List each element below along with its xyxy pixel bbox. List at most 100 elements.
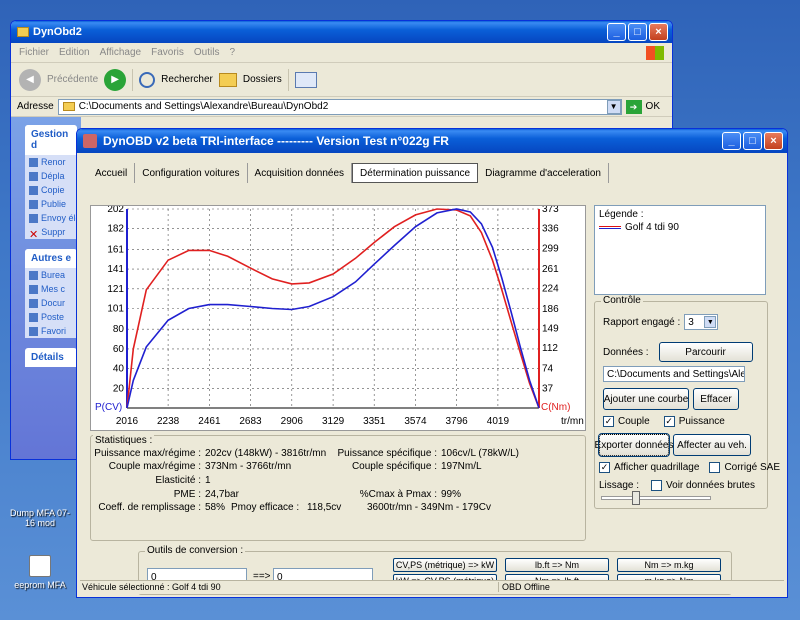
menu-fichier[interactable]: Fichier bbox=[19, 47, 49, 58]
desktop-icon-eeprom-mfa[interactable]: eeprom MFA bbox=[5, 555, 75, 590]
menu-help[interactable]: ? bbox=[229, 47, 235, 58]
exporter-donnees-button[interactable]: Exporter données bbox=[595, 433, 673, 457]
y-left-tick-label: 202 bbox=[107, 206, 124, 215]
task-item[interactable]: Docur bbox=[25, 296, 77, 310]
ajouter-courbe-button[interactable]: Ajouter une courbe bbox=[603, 388, 689, 410]
y-right-tick-label: 186 bbox=[542, 304, 559, 315]
task-item[interactable]: Favori bbox=[25, 324, 77, 338]
puissance-checkbox[interactable]: ✓ bbox=[663, 416, 675, 427]
donnees-brutes-checkbox[interactable] bbox=[651, 480, 663, 491]
cv-to-kw-button[interactable]: CV,PS (métrique) => kW bbox=[393, 558, 497, 572]
stats-summary-line: 3600tr/mn - 349Nm - 179Cv bbox=[367, 502, 491, 513]
address-label: Adresse bbox=[17, 101, 54, 112]
y-right-tick-label: 373 bbox=[542, 206, 559, 215]
search-icon[interactable] bbox=[139, 71, 156, 88]
y-left-axis-label: P(CV) bbox=[95, 402, 122, 413]
task-item[interactable]: Publie bbox=[25, 197, 77, 211]
slider-thumb[interactable] bbox=[632, 491, 640, 505]
effacer-button[interactable]: Effacer bbox=[693, 388, 739, 410]
task-item[interactable]: Copie bbox=[25, 183, 77, 197]
explorer-task-pane: Gestion d Renor Dépla Copie Publie Envoy… bbox=[11, 117, 81, 459]
go-button[interactable]: OK bbox=[646, 101, 660, 112]
explorer-title-bar[interactable]: DynObd2 _ □ × bbox=[11, 21, 672, 43]
explorer-toolbar: ◀ Précédente ▶ Rechercher Dossiers bbox=[11, 63, 672, 97]
chevron-down-icon[interactable]: ▼ bbox=[606, 99, 621, 114]
views-icon[interactable] bbox=[294, 71, 317, 88]
email-icon bbox=[29, 213, 38, 223]
folders-icon[interactable] bbox=[218, 72, 237, 87]
affecter-vehicule-button[interactable]: Affecter au veh. bbox=[673, 434, 751, 456]
x-tick-label: 3129 bbox=[322, 416, 345, 427]
close-button[interactable]: × bbox=[649, 23, 668, 41]
tab-acquisition-donnees[interactable]: Acquisition données bbox=[248, 163, 353, 183]
menu-outils[interactable]: Outils bbox=[194, 47, 220, 58]
app-title-bar[interactable]: DynOBD v2 beta TRI-interface --------- V… bbox=[77, 129, 787, 153]
close-button[interactable]: × bbox=[764, 132, 783, 150]
back-arrow-icon[interactable]: ◀ bbox=[19, 68, 41, 91]
task-item[interactable]: Burea bbox=[25, 268, 77, 282]
task-item[interactable]: ✕ Suppr bbox=[25, 225, 77, 239]
lissage-slider[interactable] bbox=[601, 491, 711, 505]
toolbar-separator bbox=[287, 68, 289, 91]
address-bar: Adresse C:\Documents and Settings\Alexan… bbox=[11, 97, 672, 117]
lbft-to-nm-button[interactable]: lb.ft => Nm bbox=[505, 558, 609, 572]
y-left-tick-label: 20 bbox=[113, 383, 125, 394]
pmax-label: Puissance max/régime : bbox=[94, 448, 201, 459]
tools-title: Outils de conversion : bbox=[145, 545, 246, 556]
sae-checkbox[interactable] bbox=[709, 462, 721, 473]
maximize-button[interactable]: □ bbox=[628, 23, 647, 41]
task-item[interactable]: Mes c bbox=[25, 282, 77, 296]
couple-checkbox[interactable]: ✓ bbox=[603, 416, 614, 427]
back-button-label[interactable]: Précédente bbox=[47, 74, 98, 85]
power-torque-chart: 20 40 60 80 101 121 141 161 182 202 37 74 112 149 186 2… bbox=[90, 205, 586, 431]
parcourir-button[interactable]: Parcourir bbox=[658, 342, 753, 362]
tab-accueil[interactable]: Accueil bbox=[88, 163, 136, 183]
pme-value: 24,7bar bbox=[205, 489, 239, 500]
forward-arrow-icon[interactable]: ▶ bbox=[104, 68, 127, 91]
legend-swatch bbox=[599, 226, 621, 229]
task-item[interactable]: Renor bbox=[25, 155, 77, 169]
quadrillage-checkbox[interactable]: ✓ bbox=[599, 462, 610, 473]
slider-track[interactable] bbox=[601, 491, 711, 505]
x-tick-label: 2238 bbox=[157, 416, 180, 427]
task-panel-header[interactable]: Autres e bbox=[25, 249, 77, 268]
search-button[interactable]: Rechercher bbox=[161, 74, 213, 85]
copy-icon bbox=[29, 185, 38, 195]
documents-icon bbox=[29, 284, 38, 294]
task-item[interactable]: Envoy électr bbox=[25, 211, 77, 225]
menu-affichage[interactable]: Affichage bbox=[100, 47, 142, 58]
y-left-tick-label: 80 bbox=[113, 324, 125, 335]
status-obd: OBD Offline bbox=[498, 582, 550, 592]
pspec-label: Puissance spécifique : bbox=[337, 448, 437, 459]
address-input[interactable]: C:\Documents and Settings\Alexandre\Bure… bbox=[57, 98, 622, 115]
minimize-button[interactable]: _ bbox=[607, 23, 626, 41]
minimize-button[interactable]: _ bbox=[722, 132, 741, 150]
pme-label: PME : bbox=[173, 489, 201, 500]
y-left-tick-label: 182 bbox=[107, 224, 124, 235]
go-arrow-icon[interactable]: ➔ bbox=[625, 99, 642, 114]
chevron-down-icon[interactable]: ▼ bbox=[704, 316, 717, 328]
app-icon bbox=[83, 134, 97, 148]
remplissage-value: 58% bbox=[205, 502, 226, 513]
rapport-select[interactable]: 3 ▼ bbox=[684, 314, 719, 330]
tab-configuration-voitures[interactable]: Configuration voitures bbox=[135, 163, 248, 183]
nm-to-mkg-button[interactable]: Nm => m.kg bbox=[617, 558, 721, 572]
tab-diagramme-acceleration[interactable]: Diagramme d'acceleration bbox=[478, 163, 609, 183]
data-path-field[interactable]: C:\Documents and Settings\Alexa bbox=[603, 366, 745, 382]
windows-logo-icon bbox=[646, 45, 664, 60]
tab-determination-puissance[interactable]: Détermination puissance bbox=[352, 163, 479, 183]
task-panel-header[interactable]: Gestion d bbox=[25, 125, 77, 155]
maximize-button[interactable]: □ bbox=[743, 132, 762, 150]
cspec-label: Couple spécifique : bbox=[351, 461, 437, 472]
task-item[interactable]: Poste bbox=[25, 310, 77, 324]
folders-button[interactable]: Dossiers bbox=[243, 74, 282, 85]
sae-label: Corrigé SAE bbox=[724, 462, 781, 473]
menu-favoris[interactable]: Favoris bbox=[151, 47, 184, 58]
task-item[interactable]: Dépla bbox=[25, 169, 77, 183]
file-icon bbox=[29, 555, 51, 577]
menu-edition[interactable]: Edition bbox=[59, 47, 90, 58]
task-panel-header[interactable]: Détails bbox=[25, 348, 77, 367]
desktop-icon-dump-mfa[interactable]: Dump MFA 07-16 mod bbox=[5, 508, 75, 528]
couple-label: Couple bbox=[618, 416, 650, 427]
controle-title: Contrôle bbox=[601, 295, 643, 306]
